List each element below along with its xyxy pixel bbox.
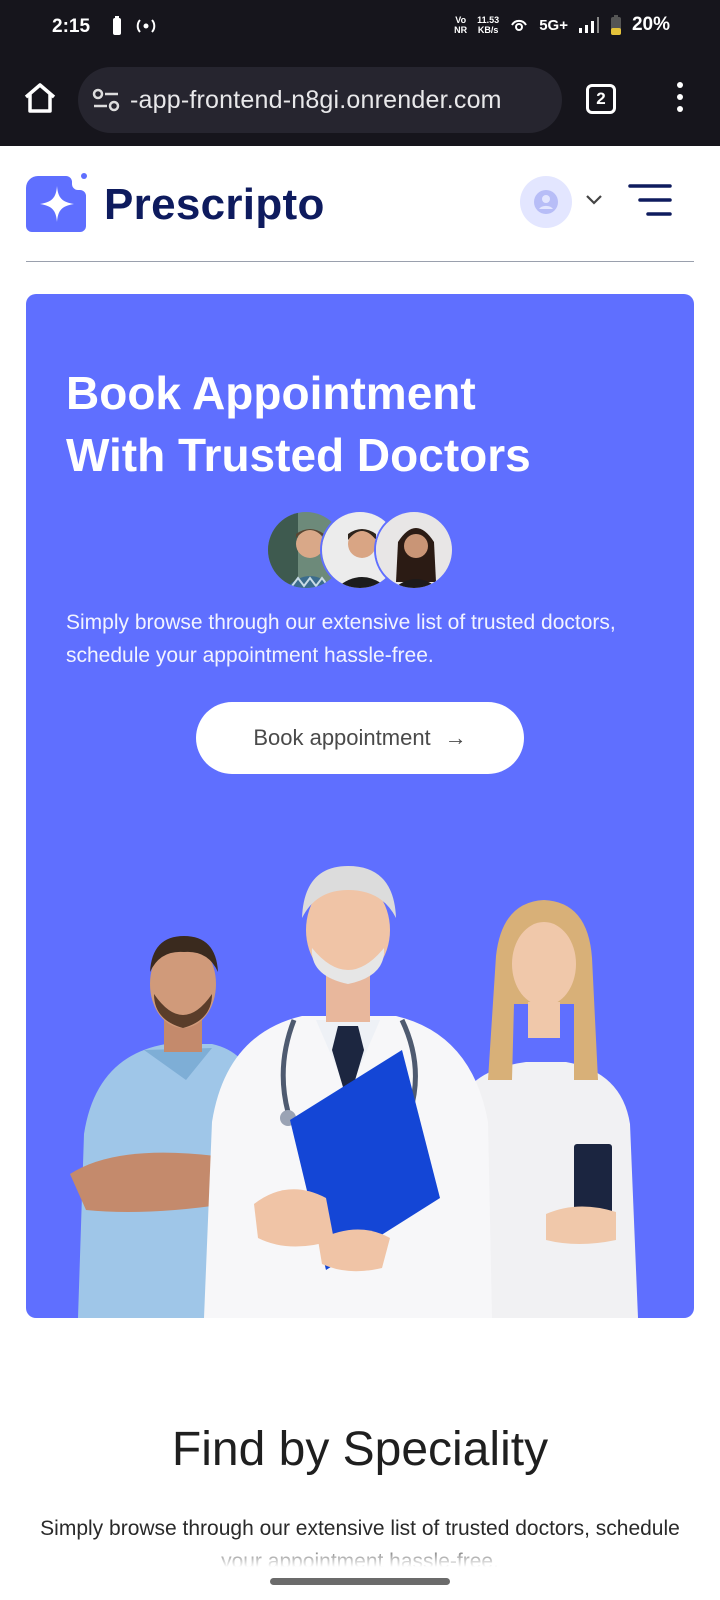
vo-label: Vo [455, 15, 467, 25]
battery-icon [610, 15, 621, 35]
user-icon [534, 190, 558, 214]
hero-subtitle: Simply browse through our extensive list… [66, 611, 616, 667]
profile-avatar[interactable] [520, 176, 572, 228]
address-bar[interactable]: -app-frontend-n8gi.onrender.com [78, 67, 562, 133]
doctors-group-image [70, 866, 638, 1318]
chevron-down-icon[interactable] [584, 190, 604, 210]
wifi-calling-icon [511, 19, 528, 31]
site-settings-icon[interactable] [92, 87, 120, 113]
status-time: 2:15 [52, 16, 91, 37]
gesture-navigation-bar[interactable] [270, 1578, 450, 1585]
browser-toolbar: -app-frontend-n8gi.onrender.com 2 [0, 56, 720, 146]
hero-title: Book Appointment With Trusted Doctors [66, 362, 626, 486]
hotspot-icon [136, 19, 156, 33]
hero-banner: Book Appointment With Trusted Doctors Si… [26, 294, 694, 1318]
doctor-center-figure [204, 866, 492, 1318]
logo-icon[interactable] [26, 172, 88, 234]
site-header: Prescripto [26, 160, 694, 262]
gesture-area [0, 1540, 720, 1600]
hero-title-line-2: With Trusted Doctors [66, 429, 531, 481]
url-text[interactable]: -app-frontend-n8gi.onrender.com [130, 86, 502, 115]
book-appointment-button[interactable]: Book appointment → [196, 702, 524, 774]
network-speed-value: 11.53 [477, 15, 500, 25]
nr-label: NR [454, 25, 468, 35]
status-bar: 2:15 Vo NR 11.53 KB/s 5G+ 20% [0, 0, 720, 56]
logo-text[interactable]: Prescripto [104, 180, 325, 230]
signal-icon [578, 17, 599, 33]
arrow-right-icon: → [444, 725, 467, 750]
doctor-avatar-group [266, 510, 456, 592]
network-speed-unit: KB/s [477, 25, 499, 35]
hero-title-line-1: Book Appointment [66, 367, 476, 419]
home-icon[interactable] [22, 80, 58, 116]
network-type: 5G+ [539, 16, 568, 34]
battery-saver-icon [113, 16, 121, 35]
doctor-avatar [374, 510, 454, 590]
battery-percent: 20% [631, 14, 670, 35]
tab-switcher-button[interactable]: 2 [586, 84, 616, 114]
speciality-title: Find by Speciality [171, 1423, 549, 1476]
menu-icon[interactable] [628, 182, 672, 218]
more-options-icon[interactable] [670, 82, 690, 118]
book-appointment-label: Book appointment [253, 725, 431, 750]
